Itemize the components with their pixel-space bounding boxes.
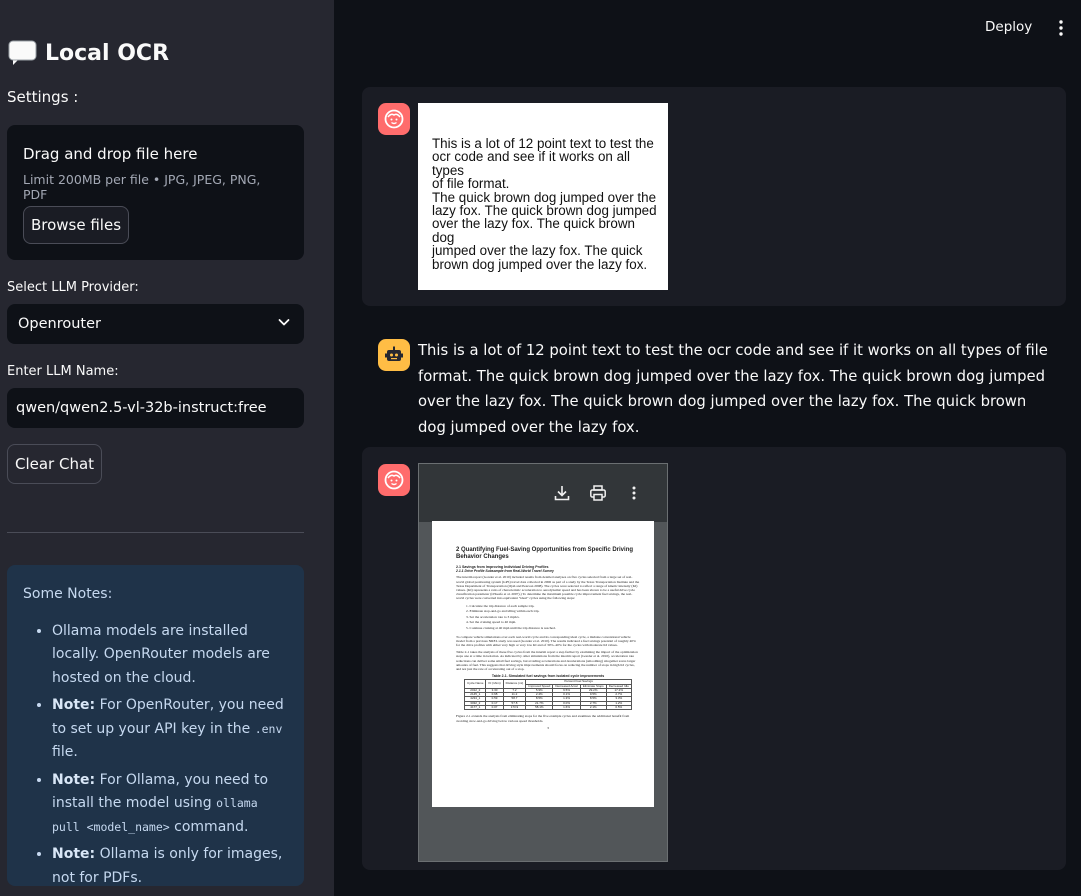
user-avatar-icon [378, 464, 410, 496]
notes-title: Some Notes: [23, 586, 113, 602]
assistant-avatar-icon [378, 339, 410, 371]
notes-panel: Some Notes: Ollama models are installed … [7, 565, 304, 886]
llm-name-label: Enter LLM Name: [7, 364, 119, 379]
note-bold: Note: [52, 771, 96, 788]
uploaded-image: This is a lot of 12 point text to test t… [418, 103, 668, 290]
provider-label: Select LLM Provider: [7, 280, 139, 295]
pdf-paragraph: Table 2-1 takes the analysis of these fi… [456, 650, 638, 672]
notes-list: Ollama models are installed locally. Ope… [23, 620, 288, 891]
dropzone-limit: Limit 200MB per file • JPG, JPEG, PNG, P… [23, 172, 261, 202]
pdf-paragraph: Figure 2-1 extends the analysis from eli… [456, 714, 630, 723]
table-cell: 1.6% [552, 704, 581, 711]
pdf-step: 5. Continue cruising at 40 mph until the… [466, 626, 556, 630]
dropzone-prompt: Drag and drop file here [23, 145, 198, 163]
pdf-paragraph: The interim report (Gonder et al. 2010) … [456, 575, 640, 601]
pdf-heading: 2 Quantifying Fuel-Saving Opportunities … [456, 547, 634, 560]
table-cell: 2.1% [579, 704, 607, 711]
pdf-page: 2 Quantifying Fuel-Saving Opportunities … [432, 521, 654, 807]
main-menu-icon[interactable] [1053, 16, 1069, 40]
uploaded-image-text: This is a lot of 12 point text to test t… [432, 136, 657, 272]
list-item: Ollama models are installed locally. Ope… [52, 620, 288, 691]
provider-select[interactable]: Openrouter [7, 304, 304, 344]
note-text: file. [52, 744, 78, 760]
pdf-viewer[interactable]: 2 Quantifying Fuel-Saving Opportunities … [418, 463, 668, 862]
note-bold: Note: [52, 846, 96, 862]
app-title: Local OCR [8, 38, 169, 68]
list-item: Note: For Ollama, you need to install th… [52, 769, 288, 840]
settings-label: Settings : [7, 88, 79, 106]
clear-chat-button[interactable]: Clear Chat [7, 444, 102, 484]
browse-files-button[interactable]: Browse files [23, 206, 129, 244]
pdf-table: Cycle Name KI (1/km) Distance (mi) Perce… [464, 679, 632, 711]
note-bold: Note: [52, 697, 96, 713]
list-item: Note: For OpenRouter, you need to set up… [52, 694, 288, 765]
sidebar-divider [7, 532, 304, 533]
file-uploader-dropzone[interactable]: Drag and drop file here Limit 200MB per … [7, 125, 304, 260]
pdf-steps: 1. Calculate the trip distance of each s… [456, 604, 640, 632]
llm-name-input[interactable]: qwen/qwen2.5-vl-32b-instruct:free [7, 388, 304, 428]
speech-bubble-icon [8, 40, 37, 66]
table-cell: 58.1% [525, 704, 554, 711]
app-title-text: Local OCR [45, 40, 170, 66]
pdf-toolbar [419, 464, 667, 522]
table-cell: 4177_1 [464, 704, 487, 711]
note-code: .env [254, 721, 283, 736]
download-icon[interactable] [552, 483, 572, 503]
note-text: command. [169, 818, 249, 835]
provider-select-value: Openrouter [18, 316, 101, 332]
pdf-table-caption: Table 2-1. Simulated fuel savings from i… [491, 674, 605, 679]
pdf-paragraph: To compare vehicle simulations over each… [456, 634, 636, 647]
table-cell: 173.9 [502, 704, 527, 711]
assistant-message-text: This is a lot of 12 point text to test t… [418, 342, 1048, 436]
note-text: Ollama models are installed locally. Ope… [52, 622, 270, 686]
table-cell: 0.07 [485, 704, 504, 711]
pdf-page-number: 3 [547, 725, 549, 730]
pdf-subheading-2: 2.1.1 Drive Profile Subsample from Real-… [456, 569, 554, 574]
deploy-button[interactable]: Deploy [985, 14, 1032, 40]
print-icon[interactable] [588, 483, 608, 503]
table-row: 4177_1 0.07 173.9 58.1% 1.6% 2.1% 0.5% [464, 704, 632, 711]
user-avatar-icon [378, 103, 410, 135]
sidebar: Local OCR Settings : Drag and drop file … [0, 0, 334, 896]
table-cell: 0.5% [605, 704, 632, 711]
list-item: Note: Ollama is only for images, not for… [52, 843, 288, 890]
chevron-down-icon [277, 315, 291, 333]
more-options-icon[interactable] [624, 483, 644, 503]
